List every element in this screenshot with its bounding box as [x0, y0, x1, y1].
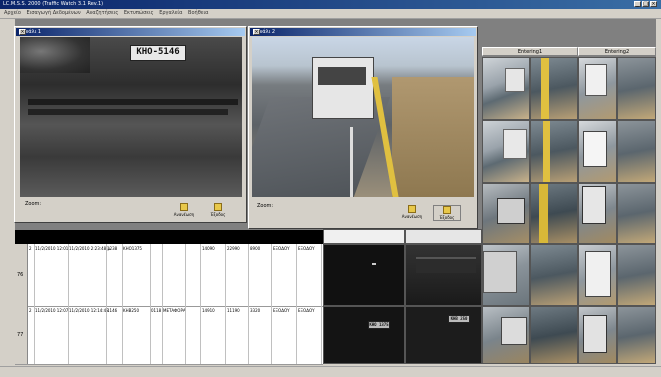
- cell: ΕΞΟΔΟΥ: [298, 308, 315, 313]
- snapshot-thumb[interactable]: [617, 57, 656, 120]
- snapshot-thumb[interactable]: [482, 57, 530, 120]
- snapshot-thumb[interactable]: [405, 229, 482, 244]
- cell: 2: [29, 308, 32, 313]
- ir-snapshot-thumb[interactable]: KHO 1375: [323, 306, 405, 364]
- row-number: 76: [17, 271, 24, 278]
- camera-view-2[interactable]: [252, 37, 474, 197]
- cell: 14910: [202, 308, 215, 313]
- snapshot-thumb[interactable]: [482, 120, 530, 183]
- column-header-entering1[interactable]: Entering1: [482, 47, 578, 56]
- close-button[interactable]: ×: [19, 29, 26, 35]
- menu-search[interactable]: Αναζητήσεις: [86, 10, 118, 16]
- app-title-bar: LC.M.S.S. 2000 (Traffic Watch 3.1 Rev.1)…: [0, 0, 661, 9]
- snapshot-thumb[interactable]: [482, 306, 530, 364]
- refresh-icon: [408, 205, 416, 213]
- snapshot-thumb[interactable]: [530, 57, 578, 120]
- ir-snapshot-thumb[interactable]: [405, 244, 482, 306]
- exit-button[interactable]: Έξοδος: [205, 203, 231, 217]
- snapshot-thumb[interactable]: [530, 183, 578, 244]
- menu-print[interactable]: Εκτυπώσεις: [124, 10, 154, 16]
- camera-window-1[interactable]: Κανάλι 1 _ □ × KHO-5146 Zoom: Ανανέωση Έ…: [14, 26, 247, 223]
- ir-snapshot-thumb[interactable]: KHB 250: [405, 306, 482, 364]
- snapshot-thumb[interactable]: [578, 183, 617, 244]
- cell: 1146: [107, 308, 118, 313]
- cell: 11190: [227, 308, 240, 313]
- status-bar: [0, 366, 661, 377]
- cell: 8900: [250, 246, 261, 251]
- cell: ΕΞΟΔΟΥ: [298, 246, 315, 251]
- app-title: LC.M.S.S. 2000 (Traffic Watch 3.1 Rev.1): [3, 1, 104, 7]
- snapshot-thumb[interactable]: [617, 120, 656, 183]
- zoom-label: Zoom:: [25, 201, 42, 207]
- snapshot-thumb[interactable]: [578, 244, 617, 306]
- table-row[interactable]: 77 2 11/2/2010 12:07 11/2/2010 12:14:48 …: [15, 306, 323, 365]
- cell: ΕΞΟΔΟΥ: [273, 308, 290, 313]
- column-header-entering2[interactable]: Entering2: [578, 47, 656, 56]
- cell: 1238: [107, 246, 118, 251]
- snapshot-thumb[interactable]: [578, 306, 617, 364]
- exit-icon: [443, 206, 451, 214]
- cell: ΕΞΟΔΟΥ: [273, 246, 290, 251]
- window-title-bar: Κανάλι 1 _ □ ×: [16, 28, 245, 36]
- maximize-button[interactable]: □: [642, 1, 649, 7]
- cell: 11/2/2010 2:23:48 μ: [69, 246, 111, 251]
- snapshot-thumb[interactable]: [530, 120, 578, 183]
- records-grid: 76 2 11/2/2010 12:01 11/2/2010 2:23:48 μ…: [15, 244, 323, 365]
- row-header: 77: [15, 306, 28, 364]
- zoom-label: Zoom:: [257, 203, 274, 209]
- snapshot-thumb[interactable]: [578, 120, 617, 183]
- snapshot-thumb[interactable]: [482, 183, 530, 244]
- snapshot-thumb[interactable]: [530, 244, 578, 306]
- menu-data-entry[interactable]: Εισαγωγή Δεδομένων: [27, 10, 81, 16]
- exit-button[interactable]: Έξοδος: [433, 205, 461, 221]
- camera-window-2[interactable]: Κανάλι 2 _ □ × Zoom: Ανανέωση Έξοδος: [248, 26, 478, 229]
- menu-file[interactable]: Αρχείο: [4, 10, 21, 16]
- close-button[interactable]: ×: [650, 1, 657, 7]
- grid-header-strip: [15, 230, 323, 244]
- snapshot-thumb[interactable]: [323, 229, 405, 244]
- snapshot-thumb[interactable]: [617, 244, 656, 306]
- cell: ΚΗΟ1375: [123, 246, 142, 251]
- menu-tools[interactable]: Εργαλεία: [159, 10, 182, 16]
- license-plate-1: KHO-5146: [130, 45, 186, 61]
- snapshot-thumb[interactable]: [530, 306, 578, 364]
- cell: 0118: [151, 308, 162, 313]
- ir-plate-1: KHO 1375: [368, 321, 390, 329]
- cell: 14090: [202, 246, 215, 251]
- ir-snapshot-thumb[interactable]: [323, 244, 405, 306]
- row-header: 76: [15, 244, 28, 306]
- cell: 11/2/2010 12:07: [35, 308, 69, 313]
- cell: 11/2/2010 12:14:48: [69, 308, 109, 313]
- snapshot-thumb[interactable]: [482, 244, 530, 306]
- camera-view-1[interactable]: KHO-5146: [20, 37, 242, 197]
- cell: 3320: [250, 308, 261, 313]
- refresh-button[interactable]: Ανανέωση: [399, 205, 425, 219]
- refresh-button[interactable]: Ανανέωση: [171, 203, 197, 217]
- window-title-bar: Κανάλι 2 _ □ ×: [250, 28, 476, 36]
- cell: 2: [29, 246, 32, 251]
- menu-bar: Αρχείο Εισαγωγή Δεδομένων Αναζητήσεις Εκ…: [0, 9, 661, 19]
- close-button[interactable]: ×: [253, 29, 260, 35]
- exit-icon: [214, 203, 222, 211]
- cell: ΚΗΒ250: [123, 308, 140, 313]
- menu-help[interactable]: Βοήθεια: [188, 10, 208, 16]
- cell: ΜΕΤΑΦΟΡΑ: [163, 308, 186, 313]
- row-number: 77: [17, 332, 24, 339]
- cell: 11/2/2010 12:01: [35, 246, 69, 251]
- table-row[interactable]: 76 2 11/2/2010 12:01 11/2/2010 2:23:48 μ…: [15, 244, 323, 307]
- refresh-icon: [180, 203, 188, 211]
- minimize-button[interactable]: _: [634, 1, 641, 7]
- ir-plate-2: KHB 250: [448, 315, 470, 323]
- snapshot-thumb[interactable]: [617, 183, 656, 244]
- snapshot-thumb[interactable]: [617, 306, 656, 364]
- cell: 22990: [227, 246, 240, 251]
- snapshot-thumb[interactable]: [578, 57, 617, 120]
